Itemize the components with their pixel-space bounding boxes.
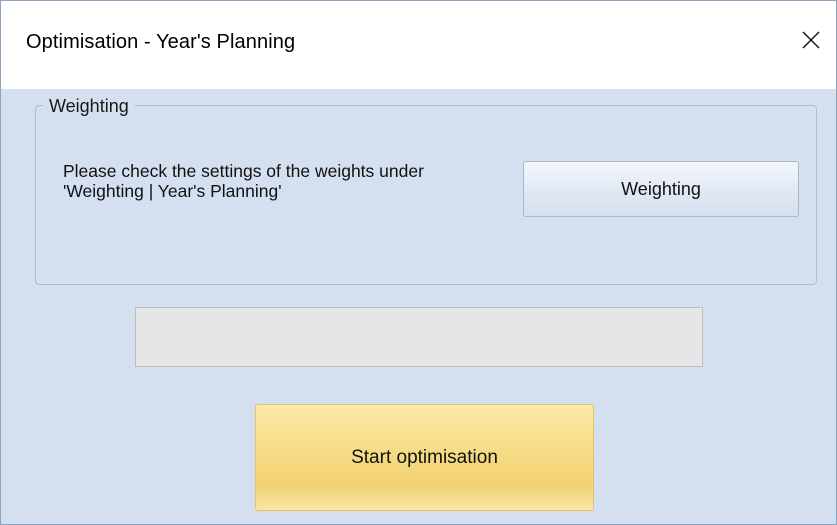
weighting-info-text: Please check the settings of the weights… [63, 161, 513, 201]
close-button[interactable] [786, 17, 836, 63]
weighting-info-line-2: 'Weighting | Year's Planning' [63, 181, 282, 201]
weighting-info-line-1: Please check the settings of the weights… [63, 161, 424, 181]
weighting-group-legend: Weighting [43, 96, 135, 117]
title-bar: Optimisation - Year's Planning [1, 1, 836, 89]
optimisation-progress-bar [135, 307, 703, 367]
window-title: Optimisation - Year's Planning [26, 31, 296, 53]
weighting-button[interactable]: Weighting [523, 161, 799, 217]
start-optimisation-button[interactable]: Start optimisation [255, 404, 594, 511]
optimisation-dialog: Optimisation - Year's Planning Weighting… [0, 0, 837, 525]
close-icon [802, 31, 820, 49]
